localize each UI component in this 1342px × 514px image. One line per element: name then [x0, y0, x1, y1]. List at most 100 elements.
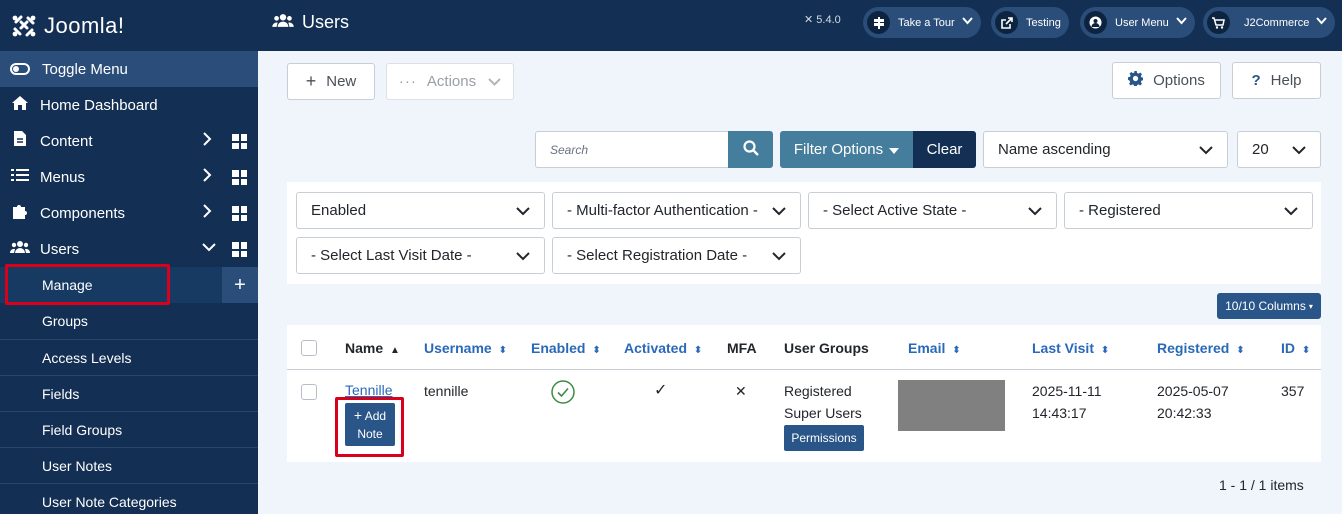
- last-visit-time: 14:43:17: [1032, 405, 1087, 421]
- sidebar-item-label: Content: [40, 132, 93, 150]
- joomla-small-icon: ✕: [804, 14, 814, 26]
- chevron-right-icon[interactable]: [202, 204, 212, 222]
- column-header-mfa: MFA: [727, 340, 757, 356]
- user-menu-button[interactable]: User Menu: [1080, 7, 1195, 38]
- toggle-menu-button[interactable]: Toggle Menu: [0, 51, 258, 87]
- sidebar-subitem-field-groups[interactable]: Field Groups: [0, 411, 258, 447]
- column-header-enabled[interactable]: Enabled ⬍: [531, 340, 601, 356]
- filter-options-label: Filter Options: [793, 141, 884, 158]
- clear-button[interactable]: Clear: [913, 131, 976, 168]
- list-limit-select[interactable]: 20: [1237, 131, 1321, 168]
- sidebar-item-home-dashboard[interactable]: Home Dashboard: [0, 87, 258, 123]
- column-header-name[interactable]: Name ▲: [345, 340, 400, 356]
- testing-site-button[interactable]: Testing: [991, 7, 1069, 38]
- filter-last-visit-select[interactable]: - Select Last Visit Date -: [296, 237, 545, 274]
- permissions-button[interactable]: Permissions: [784, 425, 864, 451]
- sidebar-subitem-groups[interactable]: Groups: [0, 303, 258, 339]
- options-button[interactable]: Options: [1112, 62, 1221, 99]
- page-title: Users: [272, 12, 349, 33]
- chevron-down-icon: [1284, 207, 1298, 216]
- columns-toggle-button[interactable]: 10/10 Columns ▾: [1217, 293, 1321, 319]
- filter-mfa-select[interactable]: - Multi-factor Authentication -: [552, 192, 801, 229]
- filter-state-select[interactable]: Enabled: [296, 192, 545, 229]
- registered-time: 20:42:33: [1157, 405, 1212, 421]
- column-header-registered[interactable]: Registered ⬍: [1157, 340, 1245, 356]
- column-header-id[interactable]: ID ⬍: [1281, 340, 1310, 356]
- add-note-button[interactable]: + Add Note: [345, 403, 395, 446]
- sidebar: Joomla! Toggle Menu Home Dashboard Conte…: [0, 0, 258, 514]
- joomla-logo[interactable]: Joomla!: [0, 0, 258, 51]
- column-header-label: Activated: [624, 340, 688, 356]
- sidebar-item-menus[interactable]: Menus: [0, 159, 258, 195]
- filter-group-select[interactable]: - Registered: [1064, 192, 1313, 229]
- top-header: Users ✕ 5.4.0 Take a Tour Testing User M…: [258, 0, 1342, 51]
- chevron-right-icon[interactable]: [202, 168, 212, 186]
- sidebar-subitem-manage[interactable]: Manage +: [0, 267, 258, 303]
- caret-down-icon: [889, 141, 900, 158]
- column-header-label: Last Visit: [1032, 340, 1094, 356]
- sidebar-subitem-label: Fields: [42, 385, 80, 402]
- columns-label: 10/10 Columns: [1225, 299, 1306, 313]
- external-link-icon: [995, 11, 1018, 34]
- sidebar-subitem-label: Field Groups: [42, 421, 123, 438]
- chevron-down-icon: [961, 17, 973, 28]
- sidebar-subitem-label: Manage: [42, 277, 93, 293]
- row-checkbox[interactable]: [301, 384, 317, 400]
- chevron-down-icon: [1199, 146, 1213, 155]
- cart-icon: [1207, 11, 1230, 34]
- new-label: New: [326, 73, 357, 90]
- chevron-right-icon[interactable]: [202, 132, 212, 150]
- help-button[interactable]: ? Help: [1232, 62, 1321, 99]
- sidebar-subitem-access-levels[interactable]: Access Levels: [0, 339, 258, 375]
- dashboard-grid-icon[interactable]: [232, 134, 247, 149]
- toggle-icon: [10, 63, 30, 75]
- column-header-label: Username: [424, 340, 492, 356]
- user-name-link[interactable]: Tennille: [345, 382, 392, 398]
- dashboard-grid-icon[interactable]: [232, 206, 247, 221]
- mfa-cell: ✕: [735, 383, 747, 399]
- chevron-down-icon: [1028, 207, 1042, 216]
- column-header-username[interactable]: Username ⬍: [424, 340, 507, 356]
- sidebar-subitem-user-notes[interactable]: User Notes: [0, 447, 258, 483]
- filter-active-select[interactable]: - Select Active State -: [808, 192, 1057, 229]
- sidebar-subitem-fields[interactable]: Fields: [0, 375, 258, 411]
- new-button[interactable]: + New: [287, 63, 375, 100]
- ordering-select[interactable]: Name ascending: [983, 131, 1228, 168]
- search-button[interactable]: [728, 131, 773, 168]
- take-tour-button[interactable]: Take a Tour: [863, 7, 981, 38]
- user-icon: [1084, 11, 1107, 34]
- joomla-logo-icon: [12, 15, 36, 36]
- check-circle-icon: [551, 380, 575, 404]
- sidebar-subitem-user-note-categories[interactable]: User Note Categories: [0, 483, 258, 514]
- filter-options-button[interactable]: Filter Options: [780, 131, 913, 168]
- toggle-menu-label: Toggle Menu: [42, 60, 128, 78]
- search-icon: [742, 140, 759, 159]
- filter-registration-value: - Select Registration Date -: [567, 247, 748, 264]
- user-group-super-users: Super Users: [784, 405, 862, 421]
- sort-icon: ⬍: [592, 345, 601, 356]
- chevron-down-icon[interactable]: [202, 240, 216, 258]
- email-redacted: [898, 380, 1005, 431]
- chevron-down-icon: [516, 207, 530, 216]
- add-user-plus-button[interactable]: +: [222, 267, 258, 303]
- filter-registration-select[interactable]: - Select Registration Date -: [552, 237, 801, 274]
- actions-button[interactable]: ··· Actions: [386, 63, 514, 100]
- select-all-checkbox[interactable]: [301, 340, 317, 356]
- enabled-toggle[interactable]: [551, 380, 575, 407]
- sidebar-item-content[interactable]: Content: [0, 123, 258, 159]
- column-header-email[interactable]: Email ⬍: [908, 340, 961, 356]
- j2commerce-button[interactable]: J2Commerce: [1203, 7, 1336, 38]
- dashboard-grid-icon[interactable]: [232, 170, 247, 185]
- column-header-last-visit[interactable]: Last Visit ⬍: [1032, 340, 1109, 356]
- dashboard-grid-icon[interactable]: [232, 242, 247, 257]
- user-id-cell: 357: [1281, 383, 1305, 399]
- sidebar-item-label: Users: [40, 240, 80, 258]
- search-input[interactable]: [535, 131, 729, 168]
- sidebar-item-users[interactable]: Users: [0, 231, 258, 267]
- filter-last-visit-value: - Select Last Visit Date -: [311, 247, 472, 264]
- sort-icon: ⬍: [952, 345, 961, 356]
- sidebar-item-components[interactable]: Components: [0, 195, 258, 231]
- sidebar-subitem-label: Groups: [42, 313, 88, 329]
- column-header-activated[interactable]: Activated ⬍: [624, 340, 702, 356]
- filter-active-value: - Select Active State -: [823, 202, 967, 219]
